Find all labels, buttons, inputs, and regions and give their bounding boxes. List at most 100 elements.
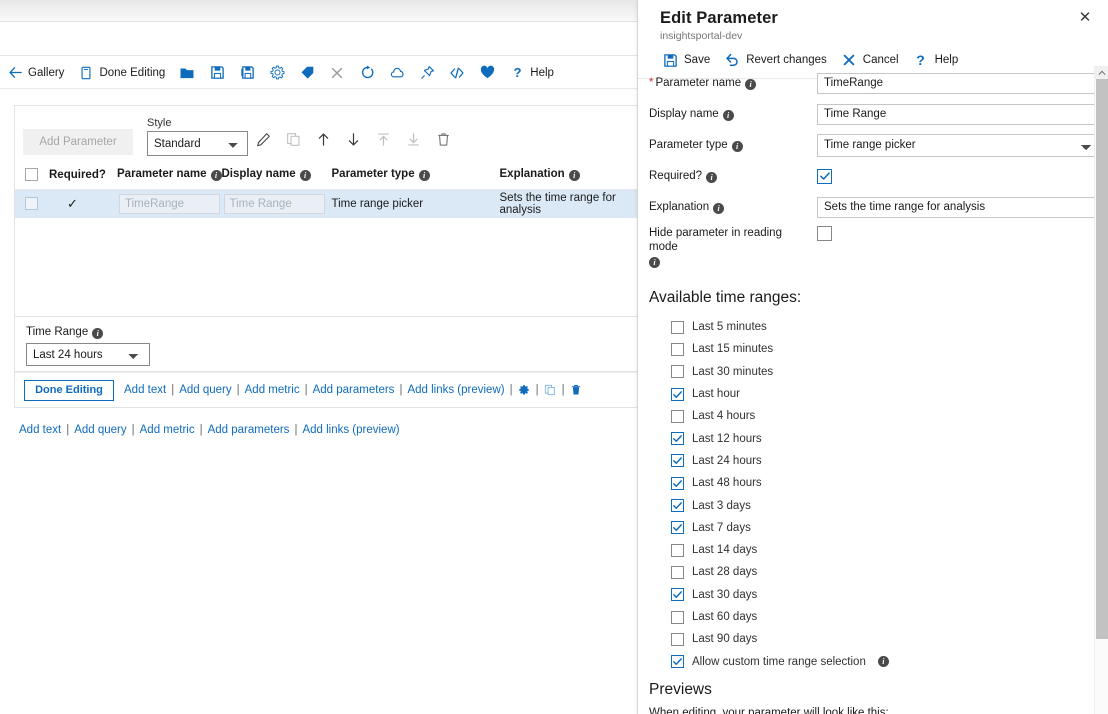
scroll-up-arrow-icon[interactable] xyxy=(1095,66,1108,79)
info-icon[interactable]: i xyxy=(878,656,889,667)
time-range-item[interactable]: Last 24 hours xyxy=(649,450,1108,472)
parameter-type-select[interactable]: Time range picker xyxy=(817,134,1103,157)
toolbar-share-button[interactable] xyxy=(382,60,412,86)
allow-custom-time-range-item[interactable]: Allow custom time range selectioni xyxy=(649,650,1108,672)
add-text-link[interactable]: Add text xyxy=(124,384,166,396)
time-range-checkbox[interactable] xyxy=(671,633,684,646)
panel-scrollbar[interactable] xyxy=(1094,66,1108,714)
time-range-checkbox[interactable] xyxy=(671,343,684,356)
time-range-checkbox[interactable] xyxy=(671,365,684,378)
toolbar-tag-button[interactable] xyxy=(292,60,322,86)
display-name-input[interactable] xyxy=(817,104,1103,125)
time-range-checkbox[interactable] xyxy=(671,544,684,557)
time-range-label: Last 14 days xyxy=(692,544,757,556)
add-metric-link[interactable]: Add metric xyxy=(245,384,300,396)
toolbar-save-button[interactable] xyxy=(202,60,232,86)
info-icon[interactable]: i xyxy=(649,257,660,268)
panel-revert-label: Revert changes xyxy=(746,54,827,66)
time-range-item[interactable]: Last 30 days xyxy=(649,584,1108,606)
bottom-add-links-preview-link[interactable]: Add links (preview) xyxy=(302,424,399,436)
parameter-name-input[interactable] xyxy=(817,73,1103,94)
time-range-checkbox[interactable] xyxy=(671,611,684,624)
bottom-add-query-link[interactable]: Add query xyxy=(74,424,126,436)
time-range-item[interactable]: Last 7 days xyxy=(649,517,1108,539)
time-range-checkbox[interactable] xyxy=(671,388,684,401)
toolbar-gallery-button[interactable]: Gallery xyxy=(0,60,71,86)
time-range-checkbox[interactable] xyxy=(671,588,684,601)
select-all-checkbox[interactable] xyxy=(25,168,38,181)
toolbar-open-button[interactable] xyxy=(172,60,202,86)
copy-icon[interactable] xyxy=(544,384,557,397)
bottom-add-parameters-link[interactable]: Add parameters xyxy=(208,424,290,436)
time-range-checkbox[interactable] xyxy=(671,521,684,534)
question-icon: ? xyxy=(509,65,525,81)
time-range-checkbox[interactable] xyxy=(671,454,684,467)
time-range-item[interactable]: Last 12 hours xyxy=(649,427,1108,449)
info-icon[interactable]: i xyxy=(745,79,756,90)
time-range-checkbox[interactable] xyxy=(671,566,684,579)
add-query-link[interactable]: Add query xyxy=(179,384,231,396)
bottom-add-text-link[interactable]: Add text xyxy=(19,424,61,436)
toolbar-settings-button[interactable] xyxy=(262,60,292,86)
time-range-item[interactable]: Last 60 days xyxy=(649,606,1108,628)
info-icon[interactable]: i xyxy=(723,110,734,121)
move-to-bottom-icon xyxy=(406,132,421,152)
time-range-item[interactable]: Last 15 minutes xyxy=(649,338,1108,360)
time-range-item[interactable]: Last hour xyxy=(649,383,1108,405)
time-range-item[interactable]: Last 48 hours xyxy=(649,472,1108,494)
table-row[interactable]: ✓ TimeRange Time Range Time range picker xyxy=(15,190,637,218)
move-up-button[interactable] xyxy=(308,129,338,155)
time-range-checkbox[interactable] xyxy=(671,410,684,423)
time-range-checkbox[interactable] xyxy=(671,432,684,445)
style-select[interactable]: Standard xyxy=(147,131,248,156)
move-down-button[interactable] xyxy=(338,129,368,155)
add-parameters-link[interactable]: Add parameters xyxy=(313,384,395,396)
row-display-name-input[interactable]: Time Range xyxy=(224,194,325,214)
info-icon[interactable]: i xyxy=(419,170,430,181)
time-range-item[interactable]: Last 90 days xyxy=(649,628,1108,650)
toolbar-refresh-button[interactable] xyxy=(352,60,382,86)
done-editing-button[interactable]: Done Editing xyxy=(24,380,114,401)
info-icon[interactable]: i xyxy=(713,203,724,214)
time-range-checkbox[interactable] xyxy=(671,321,684,334)
edit-parameter-button[interactable] xyxy=(248,129,278,155)
time-range-item[interactable]: Last 28 days xyxy=(649,561,1108,583)
add-links-preview-link[interactable]: Add links (preview) xyxy=(407,384,504,396)
delete-icon[interactable] xyxy=(570,384,583,397)
info-icon[interactable]: i xyxy=(732,141,743,152)
delete-parameter-button[interactable] xyxy=(428,129,458,155)
toolbar-code-button[interactable] xyxy=(442,60,472,86)
time-range-item[interactable]: Last 3 days xyxy=(649,494,1108,516)
time-range-preview-select[interactable]: Last 24 hours xyxy=(26,343,150,366)
time-range-item[interactable]: Last 5 minutes xyxy=(649,316,1108,338)
allow-custom-checkbox[interactable] xyxy=(671,655,684,668)
time-range-item[interactable]: Last 4 hours xyxy=(649,405,1108,427)
close-icon[interactable]: ✕ xyxy=(1074,6,1096,28)
required-checkbox[interactable] xyxy=(817,169,832,184)
scrollbar-thumb[interactable] xyxy=(1096,79,1108,639)
info-icon[interactable]: i xyxy=(569,170,580,181)
hide-parameter-checkbox[interactable] xyxy=(817,226,832,241)
info-icon[interactable]: i xyxy=(211,170,222,181)
toolbar-pin-button[interactable] xyxy=(412,60,442,86)
toolbar-close-button[interactable] xyxy=(322,60,352,86)
bottom-add-metric-link[interactable]: Add metric xyxy=(140,424,195,436)
time-range-checkbox[interactable] xyxy=(671,499,684,512)
gear-icon[interactable] xyxy=(518,384,531,397)
explanation-input[interactable] xyxy=(817,197,1103,218)
time-range-item[interactable]: Last 14 days xyxy=(649,539,1108,561)
info-icon[interactable]: i xyxy=(92,328,103,339)
toolbar-save-as-button[interactable] xyxy=(232,60,262,86)
row-select-checkbox[interactable] xyxy=(25,197,38,210)
time-range-checkbox[interactable] xyxy=(671,477,684,490)
time-range-item[interactable]: Last 30 minutes xyxy=(649,361,1108,383)
row-display-name-cell: Time Range xyxy=(222,190,332,218)
toolbar-help-button[interactable]: ? Help xyxy=(502,60,561,86)
info-icon[interactable]: i xyxy=(300,170,311,181)
toolbar-done-editing-button[interactable]: Done Editing xyxy=(71,60,172,86)
info-icon[interactable]: i xyxy=(706,172,717,183)
add-parameter-button[interactable]: Add Parameter xyxy=(23,129,133,155)
copy-parameter-button[interactable] xyxy=(278,129,308,155)
toolbar-favorite-button[interactable] xyxy=(472,60,502,86)
row-parameter-name-input[interactable]: TimeRange xyxy=(119,194,220,214)
